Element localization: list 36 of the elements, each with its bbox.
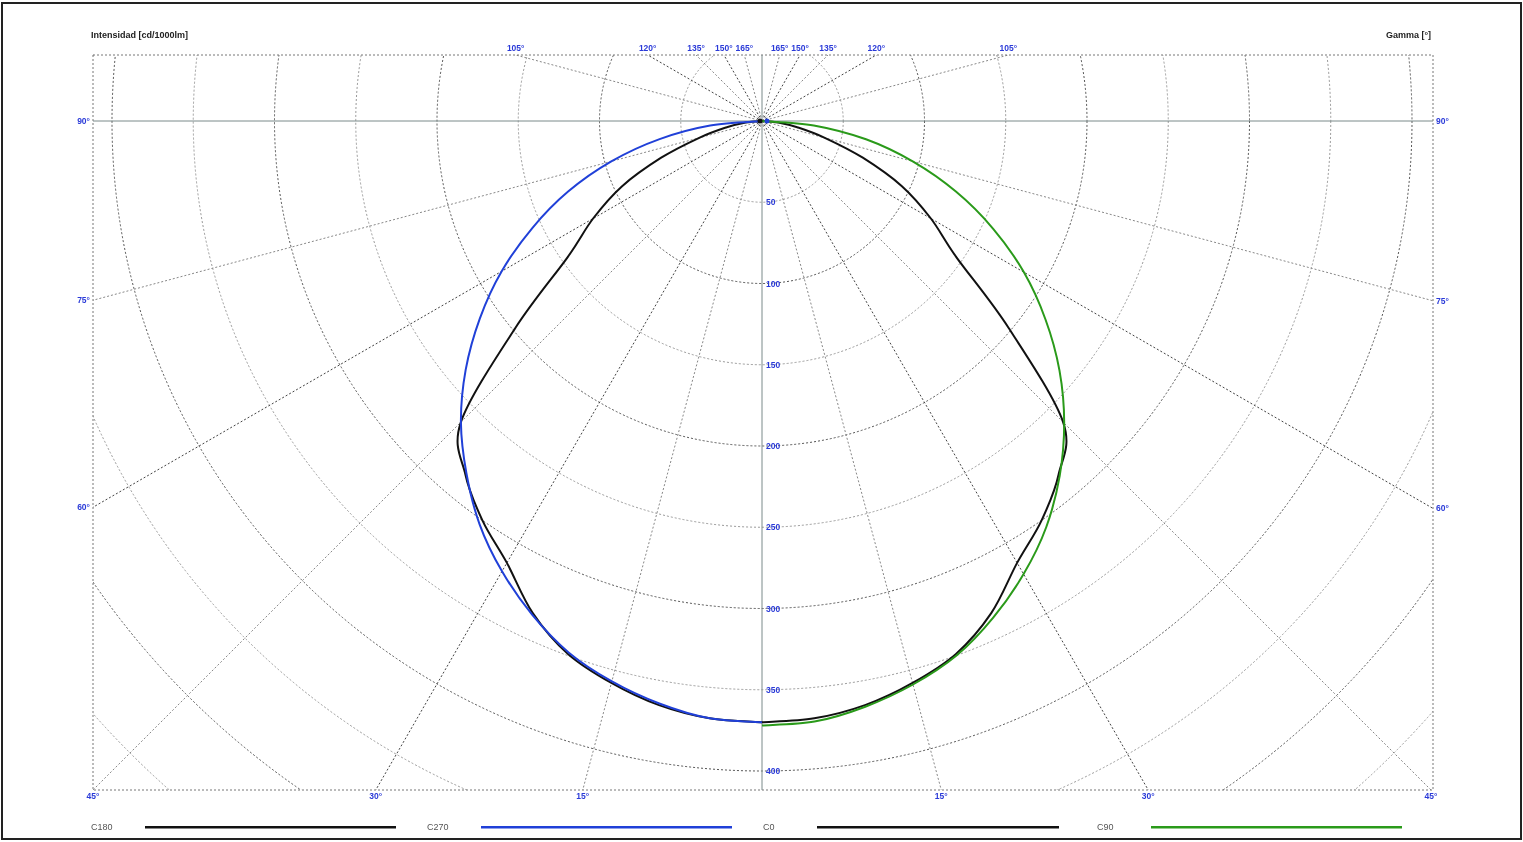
angle-label: 90°	[1436, 116, 1449, 126]
angle-label: 75°	[1436, 295, 1449, 306]
angle-label: 135°	[687, 43, 705, 53]
angle-label: 105°	[506, 43, 525, 53]
angle-label: 30°	[1141, 791, 1155, 801]
angle-label: 135°	[819, 43, 837, 53]
angle-label: 60°	[1436, 503, 1449, 514]
angle-label: 105°	[999, 43, 1018, 53]
tick-label: 350	[766, 684, 781, 695]
legend-label: C0	[763, 822, 775, 832]
legend-label: C90	[1097, 822, 1114, 832]
tick-label: 100	[766, 278, 781, 289]
legend-label: C270	[427, 822, 449, 832]
tick-label: 300	[766, 603, 781, 614]
angle-label: 120°	[867, 43, 886, 53]
angle-label: 150°	[715, 43, 733, 53]
axis-title: Gamma [°]	[1385, 30, 1431, 40]
angle-label: 75°	[77, 295, 90, 306]
angle-label: 15°	[576, 791, 590, 801]
angle-label: 60°	[77, 502, 90, 513]
angle-label: 150°	[791, 43, 809, 53]
tick-label: 200	[766, 441, 781, 451]
angle-label: 45°	[1424, 791, 1438, 801]
angle-label: 15°	[934, 791, 948, 801]
legend-label: C180	[91, 822, 113, 832]
angle-label: 30°	[369, 791, 383, 801]
tick-label: 150	[766, 359, 781, 370]
axis-title: Intensidad [cd/1000lm]	[91, 30, 189, 40]
tick-label: 50	[766, 197, 776, 208]
angle-label: 45°	[86, 791, 100, 801]
angle-label: 165°	[770, 43, 789, 53]
angle-label: 90°	[77, 116, 90, 126]
tick-label: 250	[766, 522, 781, 533]
angle-label: 120°	[638, 43, 657, 53]
angle-label: 165°	[735, 43, 754, 53]
tick-label: 400	[766, 766, 781, 776]
